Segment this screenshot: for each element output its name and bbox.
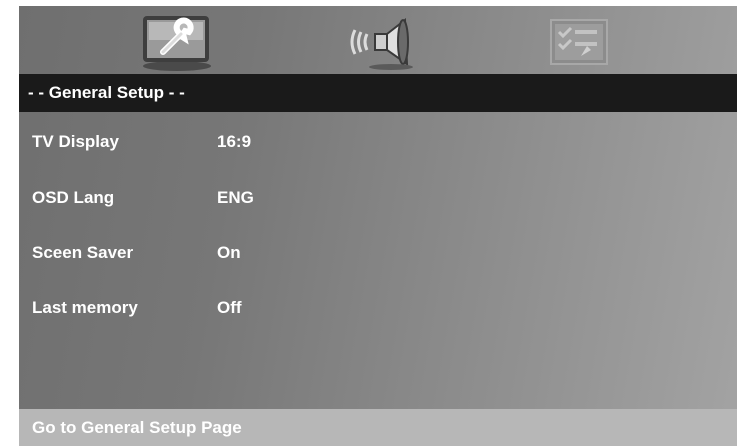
setting-label: OSD Lang <box>32 188 115 207</box>
setting-label: Last memory <box>32 298 138 317</box>
tab-audio-setup[interactable] <box>341 12 421 72</box>
setup-tab-bar <box>19 6 737 74</box>
setting-label: Sceen Saver <box>32 243 134 262</box>
speaker-icon <box>350 18 413 70</box>
status-bar: Go to General Setup Page <box>19 409 737 446</box>
setting-row-osd-lang[interactable]: OSD Lang ENG <box>19 182 737 214</box>
checklist-icon <box>550 19 608 65</box>
wrench-icon <box>143 16 211 71</box>
page-title: - - General Setup - - <box>19 74 737 112</box>
setting-value: ENG <box>217 188 254 207</box>
setting-value: Off <box>217 298 242 317</box>
setting-label: TV Display <box>32 132 119 151</box>
tab-preference-setup[interactable] <box>537 12 617 72</box>
tab-general-setup[interactable] <box>135 12 215 72</box>
setting-value: On <box>217 243 241 262</box>
setup-screen: - - General Setup - - TV Display 16:9 OS… <box>19 6 737 446</box>
setting-row-last-memory[interactable]: Last memory Off <box>19 292 737 324</box>
setting-row-tv-display[interactable]: TV Display 16:9 <box>19 126 737 158</box>
setting-row-screen-saver[interactable]: Sceen Saver On <box>19 237 737 269</box>
setting-value: 16:9 <box>217 132 252 151</box>
